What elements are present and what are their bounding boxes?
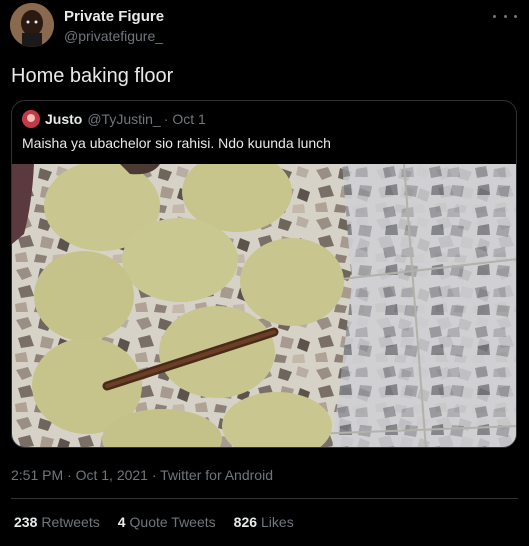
tweet-text: Home baking floor — [11, 65, 174, 87]
author-name[interactable]: Private Figure — [64, 8, 164, 26]
quoted-name[interactable]: Justo — [45, 110, 82, 128]
likes-stat[interactable]: 826 Likes — [234, 513, 294, 531]
likes-label: Likes — [261, 514, 294, 530]
engagement-stats: 238 Retweets 4 Quote Tweets 826 Likes — [14, 513, 312, 531]
author-handle[interactable]: @privatefigure_ — [64, 27, 164, 45]
photo-image — [12, 152, 516, 447]
more-icon[interactable] — [493, 8, 517, 24]
quote-tweets-stat[interactable]: 4 Quote Tweets — [118, 513, 216, 531]
quoted-tweet[interactable]: Justo @TyJustin_ · Oct 1 Maisha ya ubach… — [11, 100, 517, 448]
author-avatar[interactable] — [10, 3, 54, 47]
likes-count: 826 — [233, 514, 258, 530]
retweets-count: 238 — [14, 514, 38, 530]
quoted-date[interactable]: Oct 1 — [172, 110, 205, 128]
quote-tweets-count: 4 — [117, 514, 126, 530]
tweet-timestamp[interactable]: 2:51 PM · Oct 1, 2021 · Twitter for Andr… — [11, 466, 273, 484]
divider — [11, 498, 518, 499]
quote-tweets-label: Quote Tweets — [129, 514, 216, 530]
quoted-text: Maisha ya ubachelor sio rahisi. Ndo kuun… — [22, 135, 331, 151]
quoted-photo[interactable] — [12, 152, 516, 447]
avatar-image — [10, 3, 54, 47]
quoted-separator: · — [163, 111, 169, 127]
quoted-header: Justo @TyJustin_ · Oct 1 — [22, 110, 206, 128]
retweets-label: Retweets — [41, 514, 100, 530]
retweets-stat[interactable]: 238 Retweets — [14, 513, 100, 531]
author-block: Private Figure @privatefigure_ — [64, 8, 164, 45]
quoted-handle[interactable]: @TyJustin_ — [87, 110, 160, 128]
quoted-avatar — [22, 110, 40, 128]
